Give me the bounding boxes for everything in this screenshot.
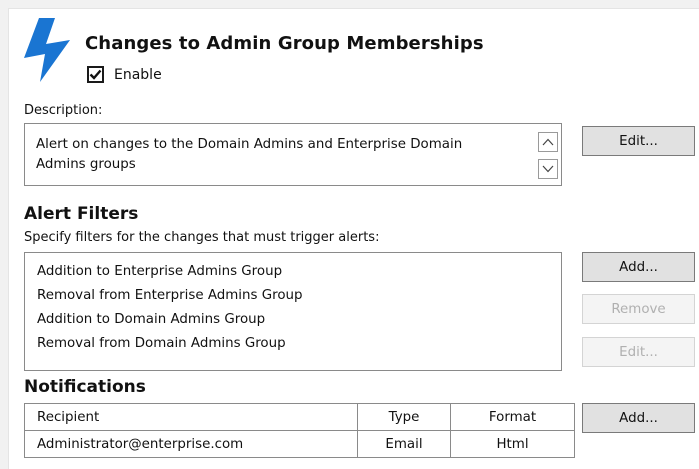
checkmark-icon (89, 69, 102, 80)
description-textbox[interactable]: Alert on changes to the Domain Admins an… (24, 123, 562, 186)
enable-row[interactable]: Enable (87, 66, 162, 83)
column-header-recipient[interactable]: Recipient (24, 403, 358, 431)
notifications-heading: Notifications (24, 377, 146, 397)
chevron-down-icon (542, 165, 554, 173)
alert-filters-heading: Alert Filters (24, 204, 139, 224)
description-edit-button[interactable]: Edit... (582, 126, 695, 156)
format-cell: Html (450, 430, 575, 458)
table-header-row: Recipient Type Format (24, 403, 575, 431)
scroll-up-button[interactable] (538, 132, 558, 152)
filter-edit-button[interactable]: Edit... (582, 337, 695, 367)
filter-add-button[interactable]: Add... (582, 252, 695, 282)
chevron-up-icon (542, 138, 554, 146)
alert-filters-subtitle: Specify filters for the changes that mus… (24, 230, 380, 245)
column-header-type[interactable]: Type (357, 403, 451, 431)
enable-label: Enable (114, 66, 162, 83)
filter-item[interactable]: Removal from Enterprise Admins Group (37, 288, 303, 303)
scroll-down-button[interactable] (538, 159, 558, 179)
lightning-bolt-icon (24, 18, 70, 82)
filter-item[interactable]: Addition to Domain Admins Group (37, 312, 265, 327)
notifications-table[interactable]: Recipient Type Format Administrator@ente… (24, 403, 575, 458)
enable-checkbox[interactable] (87, 66, 104, 83)
description-label: Description: (24, 103, 103, 118)
filter-remove-button[interactable]: Remove (582, 294, 695, 324)
column-header-format[interactable]: Format (450, 403, 575, 431)
alert-title: Changes to Admin Group Memberships (85, 33, 484, 54)
table-row[interactable]: Administrator@enterprise.com Email Html (24, 430, 575, 458)
type-cell: Email (357, 430, 451, 458)
recipient-cell: Administrator@enterprise.com (24, 430, 358, 458)
description-text: Alert on changes to the Domain Admins an… (36, 137, 463, 172)
notification-add-button[interactable]: Add... (582, 403, 695, 433)
filter-item[interactable]: Removal from Domain Admins Group (37, 336, 286, 351)
filter-item[interactable]: Addition to Enterprise Admins Group (37, 264, 282, 279)
alert-filters-list[interactable]: Addition to Enterprise Admins Group Remo… (24, 252, 562, 371)
